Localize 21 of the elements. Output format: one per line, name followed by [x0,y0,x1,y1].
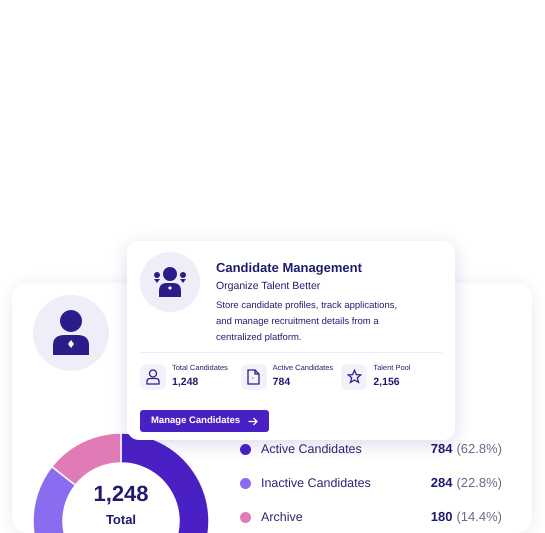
legend-label: Archive [261,508,304,526]
legend-value: 784 [430,440,452,458]
legend-label: Inactive Candidates [261,474,372,492]
legend-percent: (62.8%) [456,440,502,458]
card-subtitle: Organize Talent Better [216,279,322,293]
arrow-right-icon [248,416,258,426]
legend-label: Active Candidates [261,440,363,458]
manage-candidates-button[interactable]: Manage Candidates [140,410,270,432]
card-description: Store candidate profiles, track applications, and manage recruitment details from a centralized platform. [216,299,398,345]
stat-value: 2,156 [373,375,401,390]
person-icon [140,364,166,390]
total-value: 1,248 [93,480,149,508]
document-icon [240,364,267,390]
total-label: Total [106,511,136,529]
legend-value: 180 [430,508,452,526]
stat-value: 784 [272,375,292,390]
legend-percent: (14.4%) [456,508,502,526]
legend-percent: (22.8%) [456,474,502,492]
card-title: Candidate Management [216,259,363,276]
legend-value: 284 [430,474,452,492]
stat-value: 1,248 [172,375,200,390]
